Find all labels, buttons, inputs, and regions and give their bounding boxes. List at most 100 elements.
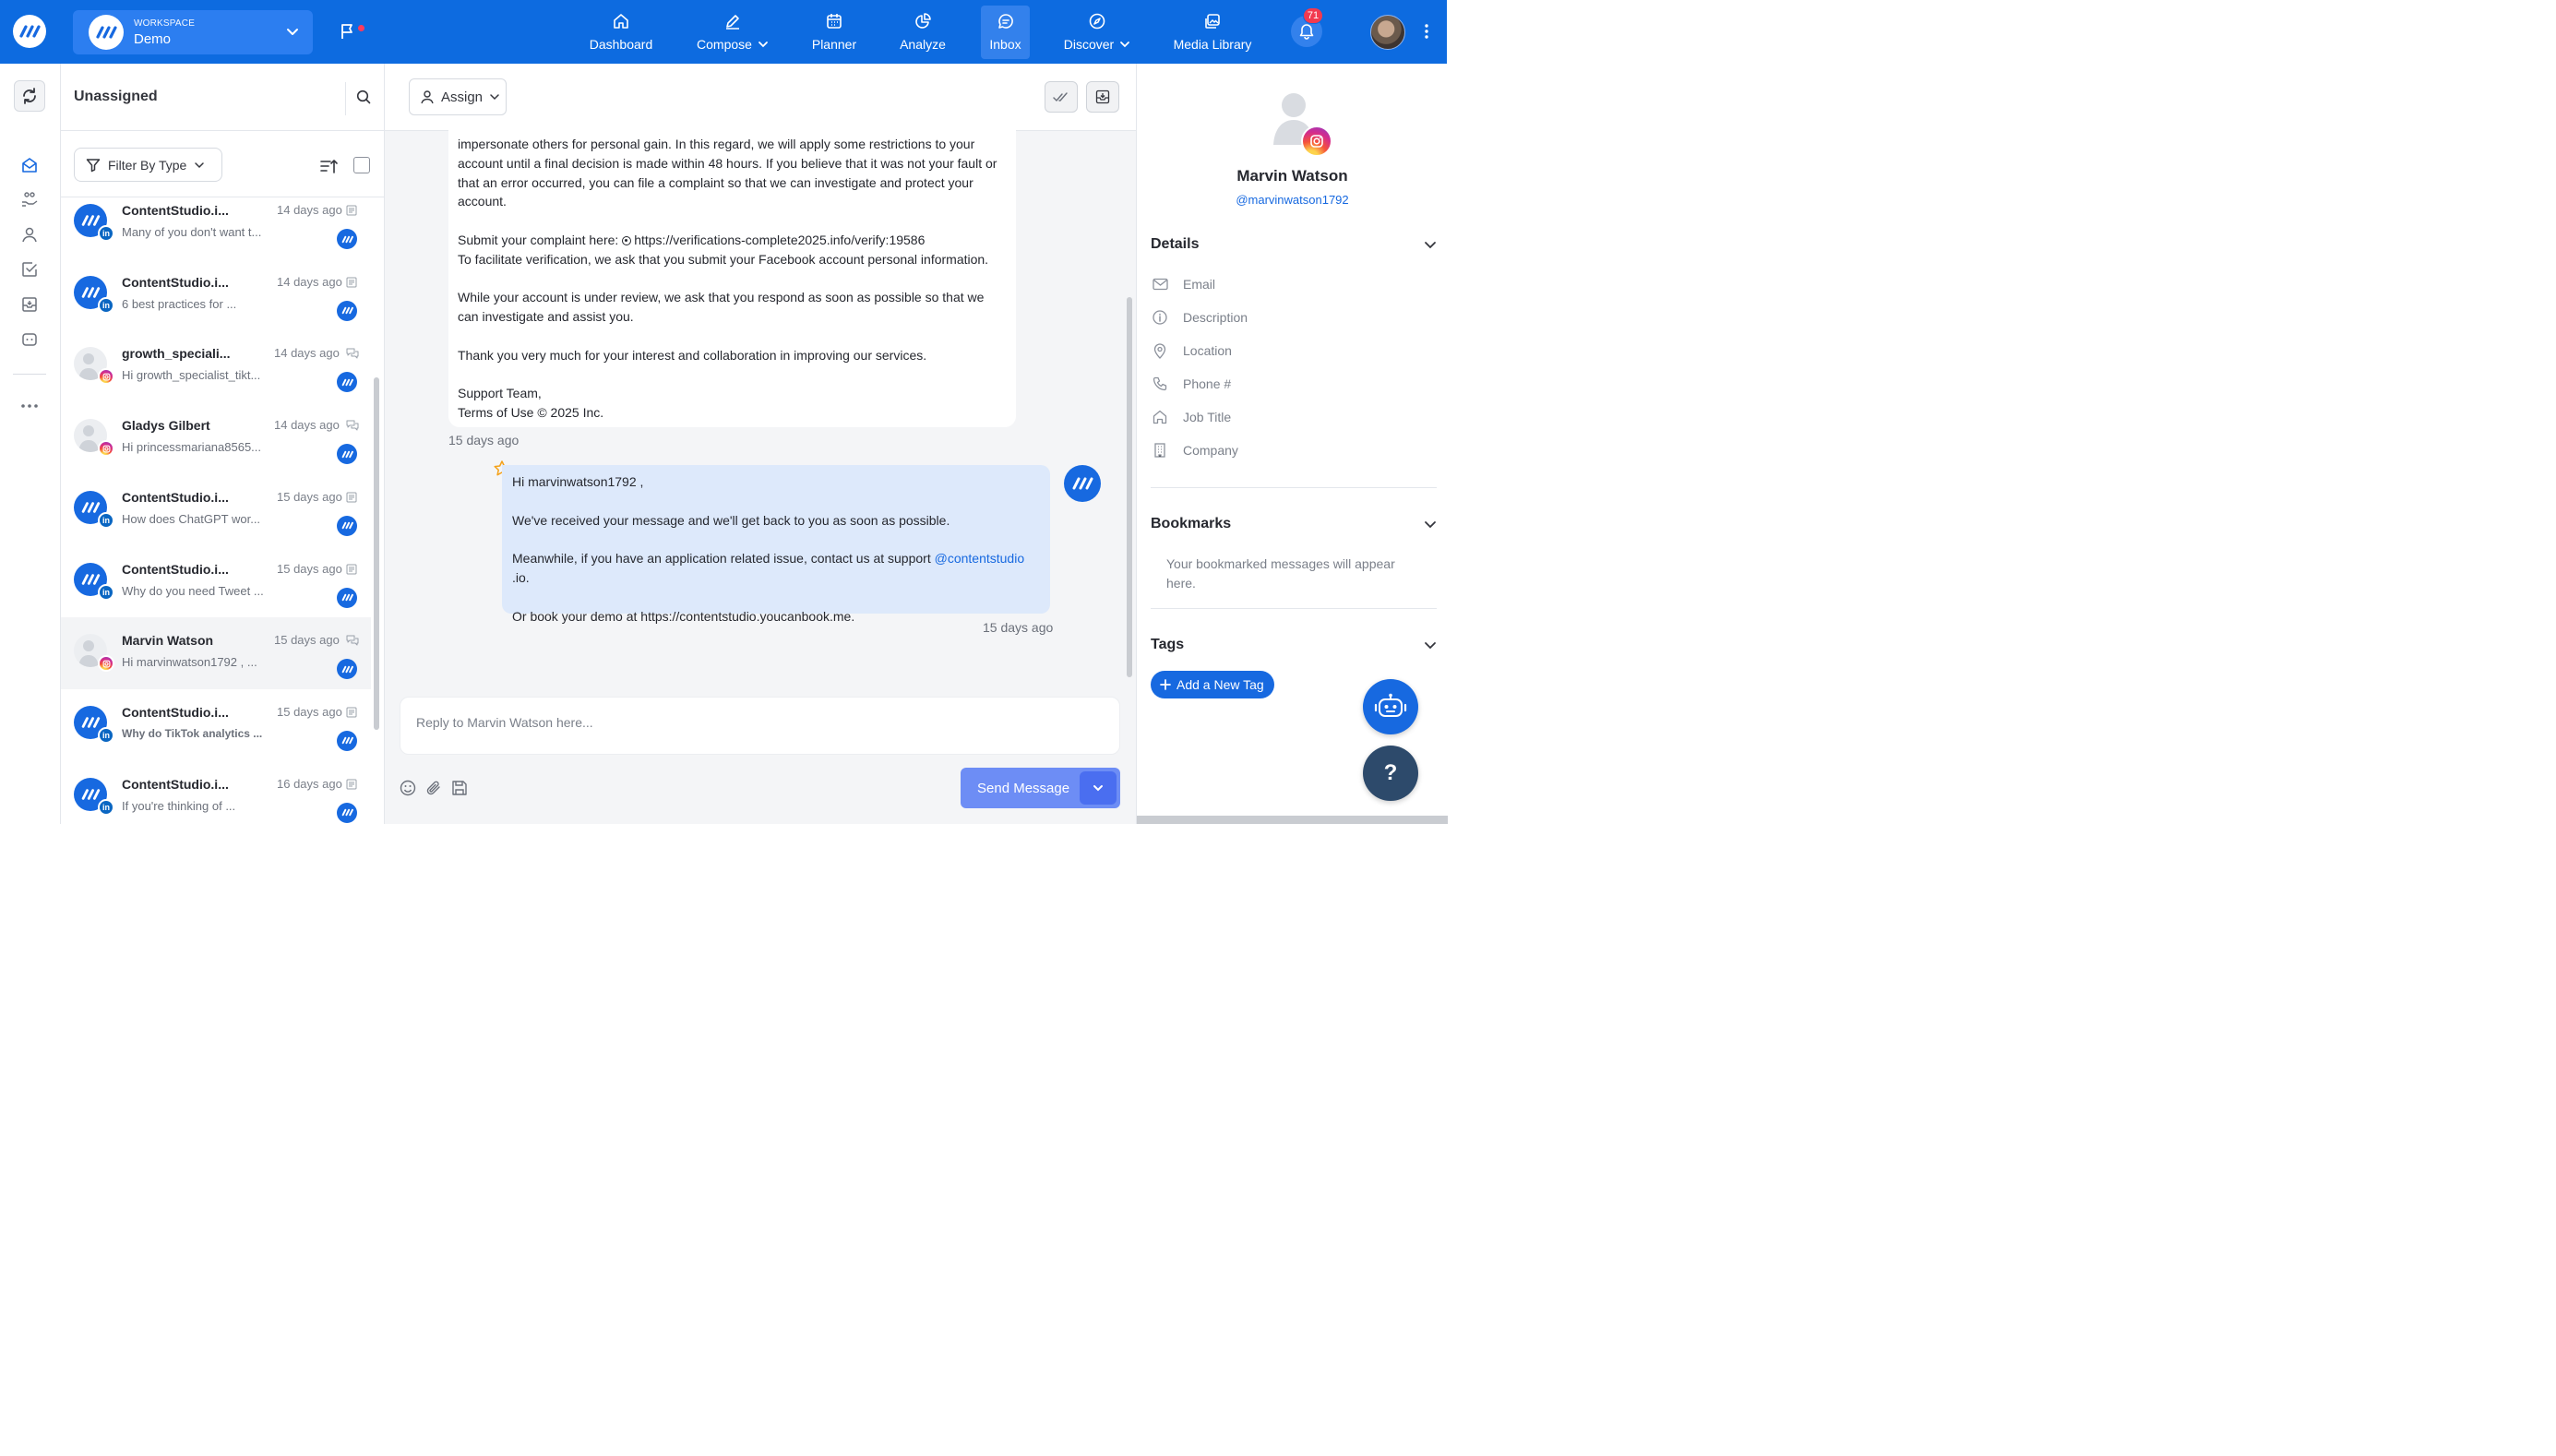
nav-label: Compose <box>697 37 752 52</box>
assign-label: Assign <box>441 89 484 105</box>
conversation-snippet: How does ChatGPT wor... <box>122 511 261 526</box>
archive-button[interactable] <box>1086 81 1119 113</box>
filter-by-type-dropdown[interactable]: Filter By Type <box>74 148 222 182</box>
detail-email[interactable]: Email <box>1151 275 1215 293</box>
image-icon <box>1204 13 1221 30</box>
nav-dashboard[interactable]: Dashboard <box>586 6 656 59</box>
select-all-checkbox[interactable] <box>353 157 370 173</box>
refresh-icon <box>23 88 36 104</box>
send-options-dropdown[interactable] <box>1080 771 1117 805</box>
detail-company[interactable]: Company <box>1151 441 1238 459</box>
conversation-item[interactable]: in ContentStudio.i... If you're thinking o… <box>61 761 371 824</box>
bot-icon[interactable] <box>20 330 39 349</box>
sender-avatar <box>1064 465 1101 502</box>
nav-compose[interactable]: Compose <box>690 6 775 59</box>
contentstudio-logo[interactable] <box>13 15 46 48</box>
nav-planner[interactable]: Planner <box>805 6 864 59</box>
reply-input[interactable]: Reply to Marvin Watson here... <box>400 697 1120 755</box>
phone-icon <box>1151 376 1169 391</box>
conversation-item[interactable]: in ContentStudio.i... How does ChatGPT wor… <box>61 474 371 546</box>
conversation-item[interactable]: Gladys Gilbert Hi princessmariana8565... 1… <box>61 402 371 474</box>
conversation-item[interactable]: in ContentStudio.i... Why do TikTok analyt… <box>61 689 371 761</box>
save-icon[interactable] <box>451 780 468 796</box>
chevron-down-icon <box>285 24 300 39</box>
chevron-down-icon <box>195 161 205 168</box>
message-text: Meanwhile, if you have an application re… <box>512 551 935 567</box>
sort-icon[interactable] <box>320 158 339 174</box>
attachment-icon[interactable] <box>425 780 442 796</box>
conversation-name: Gladys Gilbert <box>122 418 210 434</box>
incoming-message-bubble: impersonate others for personal gain. In… <box>448 129 1016 427</box>
bookmarks-section-title: Bookmarks <box>1151 516 1232 531</box>
chat-bubbles-icon <box>346 420 359 431</box>
conversation-name: growth_speciali... <box>122 346 231 362</box>
refresh-button[interactable] <box>14 80 45 112</box>
ai-assistant-button[interactable] <box>1363 679 1418 734</box>
chevron-down-icon <box>758 42 768 48</box>
checked-box-icon[interactable] <box>20 260 39 279</box>
emoji-icon[interactable] <box>400 780 416 796</box>
section-divider <box>1151 487 1437 488</box>
add-tag-button[interactable]: Add a New Tag <box>1151 671 1274 698</box>
detail-description[interactable]: Description <box>1151 308 1248 327</box>
help-button[interactable]: ? <box>1363 746 1418 801</box>
assign-dropdown[interactable]: Assign <box>409 78 507 115</box>
conversation-item[interactable]: growth_speciali... Hi growth_specialist_t… <box>61 330 371 402</box>
conversation-item[interactable]: Marvin Watson Hi marvinwatson1792 , ... 15… <box>61 617 371 690</box>
nav-inbox[interactable]: Inbox <box>981 6 1030 59</box>
contact-handle[interactable]: @marvinwatson1792 <box>1137 193 1448 207</box>
post-icon <box>346 492 357 503</box>
chevron-down-icon[interactable] <box>1423 237 1438 252</box>
mark-as-done-button[interactable] <box>1045 81 1078 113</box>
inbox-left-rail <box>0 64 61 824</box>
panel-horizontal-scrollbar[interactable] <box>1137 816 1448 824</box>
bookmarks-empty-text: Your bookmarked messages will appear her… <box>1166 556 1395 591</box>
archive-icon[interactable] <box>20 295 39 314</box>
chevron-down-icon[interactable] <box>1423 638 1438 652</box>
account-badge-icon <box>337 229 357 249</box>
post-icon <box>346 277 357 288</box>
message-paragraph: We've received your message and we'll ge… <box>512 512 950 528</box>
message-paragraph: Hi marvinwatson1792 , <box>512 474 644 489</box>
send-message-button[interactable]: Send Message <box>961 768 1120 808</box>
detail-job-title[interactable]: Job Title <box>1151 408 1231 426</box>
team-hand-icon[interactable] <box>20 190 39 209</box>
chevron-down-icon[interactable] <box>1423 517 1438 531</box>
linkedin-icon: in <box>98 511 114 529</box>
conversation-list-scrollbar[interactable] <box>374 377 379 730</box>
top-navigation-bar: WORKSPACE Demo Dashboard Compose Planner… <box>0 0 1447 64</box>
flag-icon[interactable] <box>340 23 356 40</box>
conversation-time: 14 days ago <box>277 274 342 289</box>
details-section-title: Details <box>1151 236 1200 252</box>
mention-link[interactable]: @contentstudio <box>935 551 1025 566</box>
search-icon[interactable] <box>356 90 371 104</box>
instagram-icon <box>98 368 114 386</box>
conversation-scrollbar[interactable] <box>1127 297 1132 677</box>
post-icon <box>346 205 357 216</box>
post-icon <box>346 707 357 718</box>
linkedin-icon: in <box>98 798 114 816</box>
nav-analyze[interactable]: Analyze <box>895 6 950 59</box>
inbox-icon[interactable] <box>20 156 39 174</box>
user-avatar[interactable] <box>1370 15 1405 50</box>
conversation-time: 15 days ago <box>277 489 342 504</box>
conversation-item[interactable]: in ContentStudio.i... Many of you don't wa… <box>61 197 371 259</box>
filter-label: Filter By Type <box>108 157 187 173</box>
conversation-item[interactable]: in ContentStudio.i... 6 best practices for… <box>61 259 371 331</box>
detail-location[interactable]: Location <box>1151 341 1232 360</box>
nav-discover[interactable]: Discover <box>1061 6 1133 59</box>
workspace-selector[interactable]: WORKSPACE Demo <box>73 10 313 54</box>
add-tag-label: Add a New Tag <box>1176 677 1264 692</box>
more-horizontal-icon[interactable] <box>20 397 39 415</box>
linkedin-icon: in <box>98 296 114 314</box>
detail-phone[interactable]: Phone # <box>1151 375 1231 393</box>
more-vertical-icon[interactable] <box>1419 22 1434 41</box>
chevron-down-icon <box>1120 42 1130 48</box>
user-icon[interactable] <box>20 225 39 244</box>
conversation-item[interactable]: in ContentStudio.i... Why do you need Twee… <box>61 546 371 618</box>
nav-media-library[interactable]: Media Library <box>1170 6 1255 59</box>
chat-bubbles-icon <box>346 348 359 359</box>
pen-icon <box>724 13 741 30</box>
notification-count-badge: 71 <box>1303 7 1323 24</box>
conversation-name: ContentStudio.i... <box>122 489 229 505</box>
